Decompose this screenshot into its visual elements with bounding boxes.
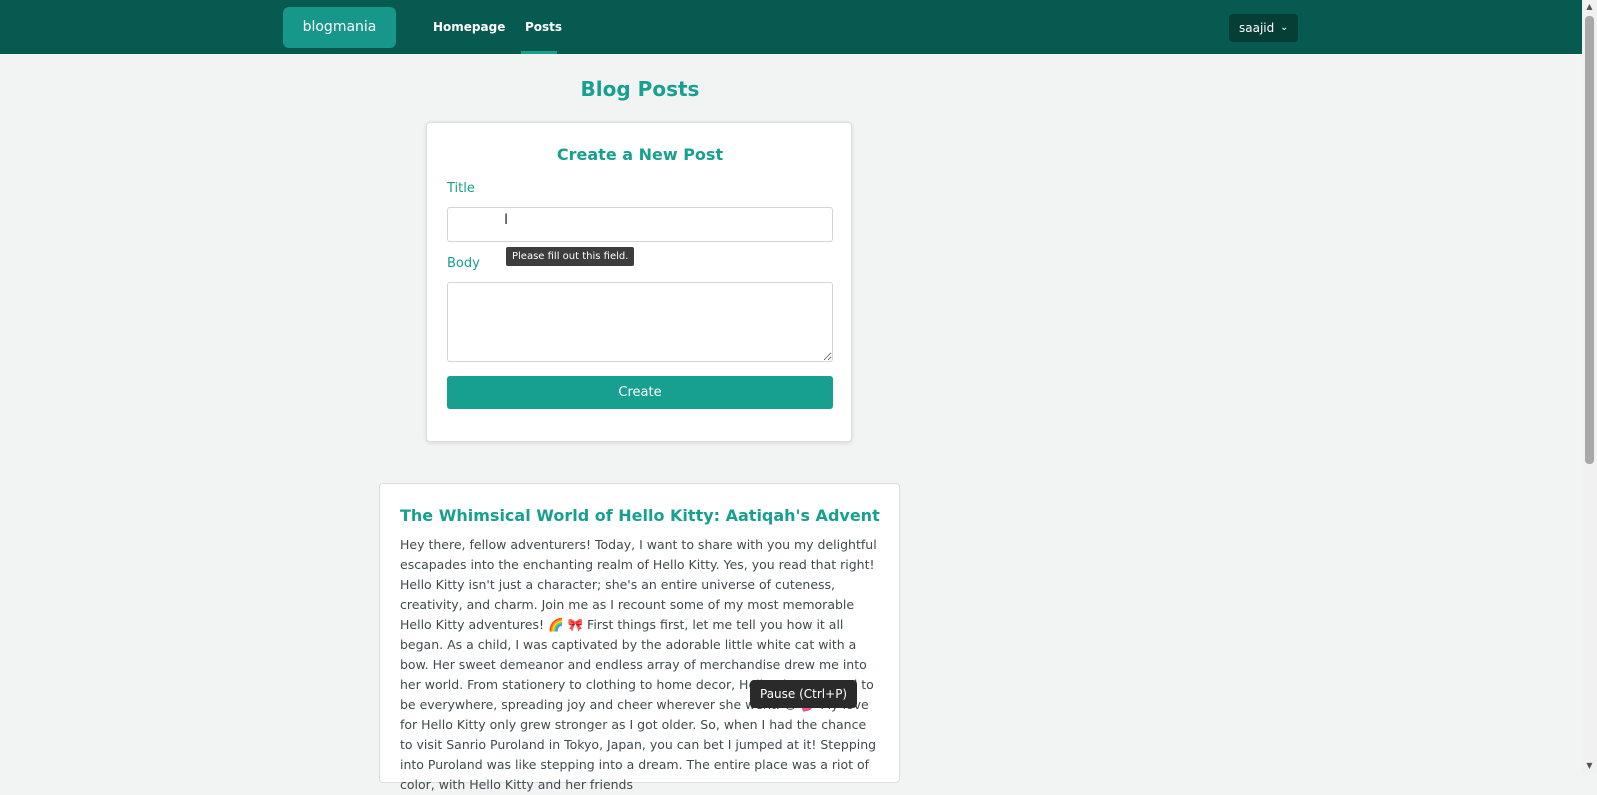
user-dropdown-button[interactable]: saajid ⌄ [1229,14,1298,42]
text-cursor-icon: I [504,212,509,228]
post-title[interactable]: The Whimsical World of Hello Kitty: Aati… [400,504,880,528]
body-textarea[interactable] [447,282,833,362]
scroll-up-arrow-icon[interactable]: ▲ [1582,0,1597,14]
create-button[interactable]: Create [447,376,833,409]
body-label: Body [447,256,480,271]
post-card: The Whimsical World of Hello Kitty: Aati… [379,483,900,792]
validation-tooltip: Please fill out this field. [506,247,635,266]
scrollbar-thumb[interactable] [1585,16,1594,464]
nav-link-posts[interactable]: Posts [525,0,562,54]
top-navbar: blogmania Homepage Posts saajid ⌄ [0,0,1582,54]
nav-link-homepage[interactable]: Homepage [433,0,505,54]
create-post-heading: Create a New Post [556,145,724,164]
page-title: Blog Posts [580,77,700,101]
media-pause-tooltip: Pause (Ctrl+P) [750,680,858,708]
brand-logo-button[interactable]: blogmania [283,7,396,48]
title-label: Title [447,181,475,196]
create-post-card: Create a New Post Title Body Create [426,122,852,442]
post-body: Hey there, fellow adventurers! Today, I … [400,537,877,792]
active-nav-indicator [521,51,557,54]
chevron-down-icon: ⌄ [1280,22,1289,33]
vertical-scrollbar[interactable]: ▲ ▼ [1582,0,1597,773]
user-name: saajid [1239,21,1275,35]
scroll-down-arrow-icon[interactable]: ▼ [1582,759,1597,773]
